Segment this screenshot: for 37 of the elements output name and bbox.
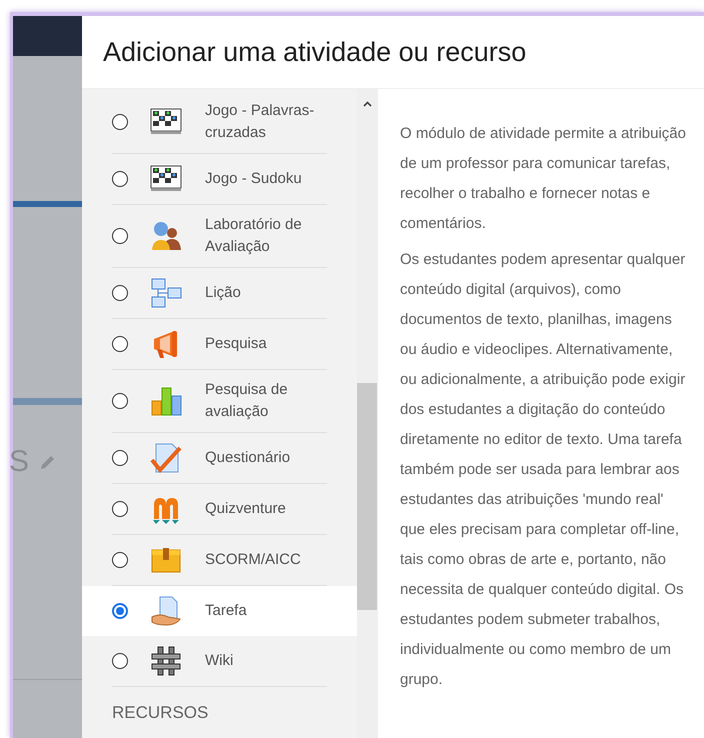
option-label: Pesquisa de avaliação	[205, 380, 289, 422]
hand-document-icon	[150, 595, 182, 627]
bar-chart-icon	[150, 385, 182, 417]
radio-button[interactable]	[112, 653, 128, 669]
option-label: Jogo - Palavras-cruzadas	[205, 101, 316, 143]
option-label: Tarefa	[205, 601, 248, 621]
description-paragraph: Os estudantes podem apresentar qualquer conteúdo digital (arquivos), como documentos de texto, planilhas, imagens ou áudio e videoclipes. Alternativamente, ou adicionalmente, a atribuição pode exigir dos estudantes a digitação do conteúdo diretamente no editor de texto. Uma tarefa também pode ser usada para lembrar aos estudantes das atribuições 'mundo real' que eles precisam para completar off-line, tais como obras de arte e, portanto, não necessita de qualquer conteúdo digital. Os estudantes podem submeter trabalhos, individualmente ou como membro de um grupo.	[400, 250, 686, 690]
dialog-title: Adicionar uma atividade ou recurso	[103, 36, 526, 69]
option-label: Wiki	[205, 651, 234, 671]
activity-option[interactable]: Tarefa	[82, 586, 357, 636]
radio-button[interactable]	[112, 450, 128, 466]
heading-fragment: S	[9, 445, 30, 479]
radio-button[interactable]	[112, 336, 128, 352]
checkmark-document-icon	[150, 442, 182, 474]
radio-button[interactable]	[112, 501, 128, 517]
navbar	[13, 16, 82, 56]
option-label: Questionário	[205, 448, 292, 468]
section-heading: RECURSOS	[112, 703, 210, 723]
radio-button[interactable]	[112, 603, 128, 619]
radio-button[interactable]	[112, 228, 128, 244]
radio-button[interactable]	[112, 552, 128, 568]
option-label: Lição	[205, 283, 242, 303]
people-icon	[150, 220, 182, 252]
radio-button[interactable]	[112, 393, 128, 409]
option-label: Quizventure	[205, 499, 287, 519]
scroll-up-icon[interactable]	[363, 101, 372, 107]
option-label: Jogo - Sudoku	[205, 169, 303, 189]
interlace-icon	[150, 645, 182, 677]
description-paragraph: O módulo de atividade permite a atribuição de um professor para comunicar tarefas, recolher o trabalho e fornecer notas e comentários.	[400, 124, 687, 234]
option-label: Pesquisa	[205, 334, 268, 354]
radio-button[interactable]	[112, 114, 128, 130]
option-label: Laboratório de Avaliação	[205, 215, 303, 257]
flowchart-icon	[150, 277, 182, 309]
option-label: SCORM/AICC	[205, 550, 302, 570]
scrollbar-thumb[interactable]	[357, 383, 377, 610]
radio-button[interactable]	[112, 171, 128, 187]
radio-button[interactable]	[112, 285, 128, 301]
